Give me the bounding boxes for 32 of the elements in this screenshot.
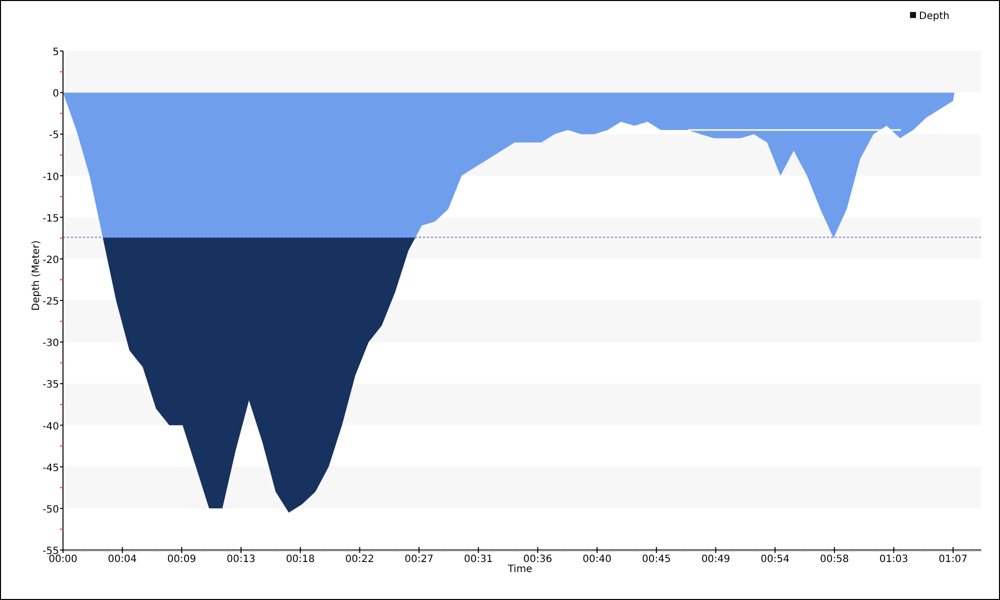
x-tick-label: 01:03 [879, 554, 908, 565]
x-tick-label: 00:09 [167, 554, 196, 565]
x-tick-label: 00:49 [701, 554, 730, 565]
y-tick-label: -40 [42, 421, 59, 432]
y-tick-label: -30 [42, 338, 59, 350]
x-axis-title: Time [508, 564, 532, 575]
y-tick-label: -50 [42, 504, 59, 516]
x-tick-label: 00:27 [404, 554, 434, 565]
x-tick-label: 00:31 [464, 554, 493, 565]
y-tick-label: -20 [42, 254, 59, 266]
y-tick-label: -45 [42, 462, 59, 474]
x-tick-label: 00:58 [820, 554, 849, 565]
x-tick-label: 00:04 [108, 554, 137, 565]
legend-marker-icon [910, 12, 916, 18]
y-tick-label: -25 [42, 296, 59, 308]
x-tick-label: 00:36 [523, 554, 552, 565]
x-tick-label: 00:54 [760, 554, 790, 565]
y-tick-label: -5 [49, 130, 59, 142]
x-tick-label: 00:22 [345, 554, 374, 565]
x-tick-label: 00:40 [582, 554, 612, 565]
y-tick-label: -15 [42, 213, 59, 224]
x-tick-label: 00:45 [642, 554, 671, 565]
y-tick-label: -10 [42, 172, 59, 183]
y-tick-label: -35 [42, 380, 59, 391]
y-tick-label: 5 [52, 47, 59, 58]
x-tick-label: 00:18 [286, 554, 315, 565]
y-axis-title: Depth (Meter) [31, 240, 42, 311]
x-tick-label: 00:00 [48, 554, 78, 565]
x-tick-label: 00:13 [226, 554, 256, 565]
legend-label: Depth [919, 11, 950, 22]
y-tick-label: 0 [52, 88, 59, 100]
x-tick-label: 01:07 [938, 554, 968, 565]
